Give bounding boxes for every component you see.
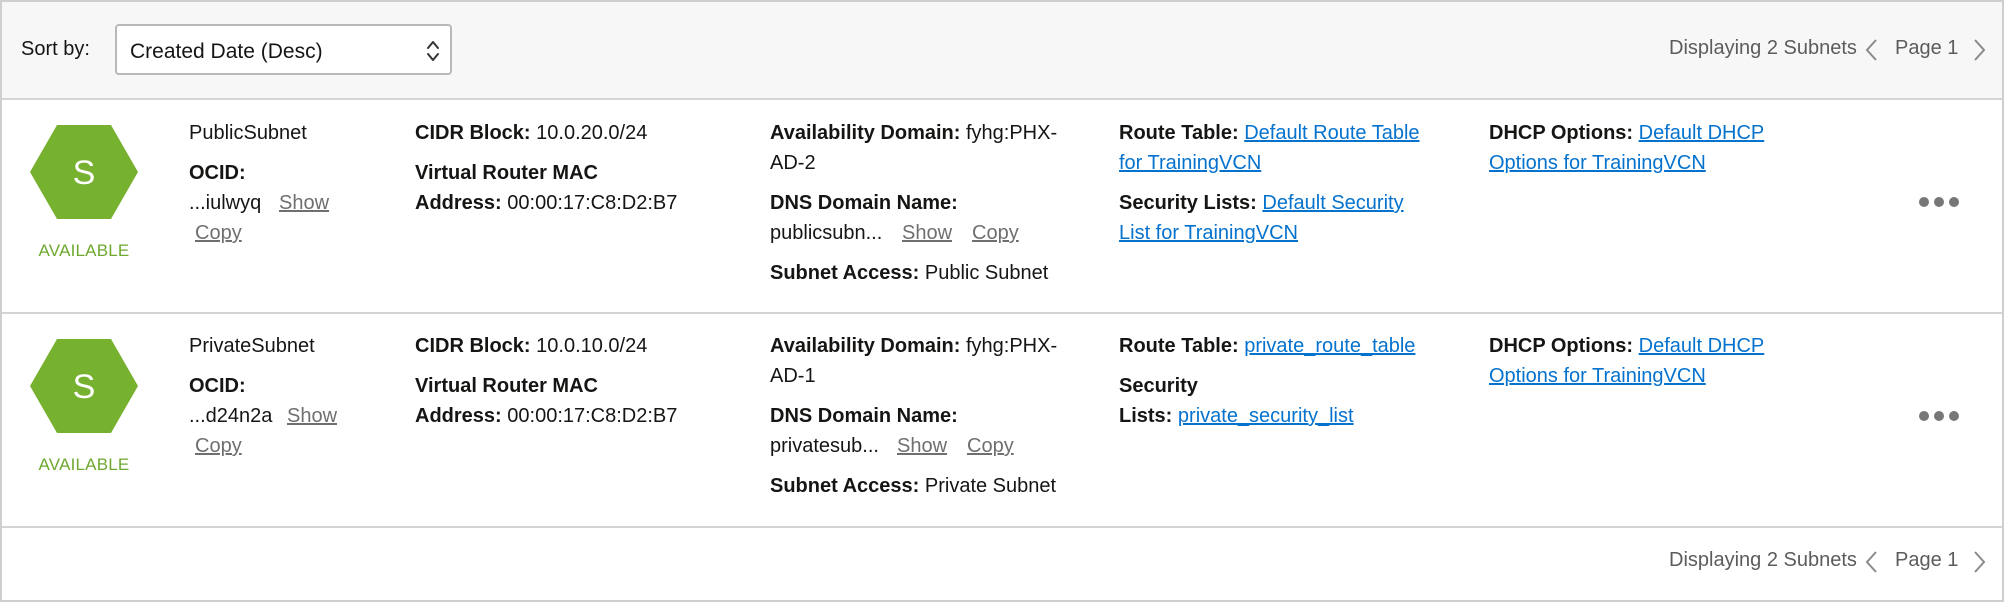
cidr-label: CIDR Block:: [415, 335, 531, 357]
cidr-value: 10.0.20.0/24: [536, 122, 648, 144]
sort-label: Sort by:: [21, 38, 90, 60]
pager-page: Page 1: [1895, 37, 1959, 59]
security-lists: Security Lists: Default Security: [1119, 188, 1404, 218]
dhcp-label: DHCP Options:: [1489, 335, 1634, 357]
subnet-initial: S: [73, 368, 96, 406]
route-table: Route Table: private_route_table: [1119, 331, 1415, 361]
ocid-label: OCID:: [189, 162, 246, 184]
ocid-show-link[interactable]: Show: [287, 401, 337, 431]
dns-value: privatesub...: [770, 435, 879, 457]
access-value: Public Subnet: [924, 262, 1049, 284]
ad-label: Availability Domain:: [770, 122, 961, 144]
dhcp-link[interactable]: Default DHCP: [1639, 335, 1765, 357]
dhcp-label: DHCP Options:: [1489, 122, 1634, 144]
more-actions-icon[interactable]: [1918, 196, 1960, 208]
dhcp-options: DHCP Options: Default DHCP: [1489, 331, 1764, 361]
vr-mac-address: Address: 00:00:17:C8:D2:B7: [415, 401, 677, 431]
subnet-name[interactable]: PrivateSubnet: [189, 331, 315, 361]
pager-bottom: Displaying 2 Subnets Page 1: [1669, 547, 1999, 577]
availability-domain: Availability Domain: fyhg:PHX-: [770, 331, 1057, 361]
vr-mac-label: Virtual Router MAC: [415, 162, 598, 184]
security-list-link[interactable]: Default Security: [1262, 192, 1403, 214]
sort-caret-icon: [427, 41, 439, 61]
access-value: Private Subnet: [924, 475, 1057, 497]
dns-value: publicsubn...: [770, 222, 883, 244]
dns-show-link[interactable]: Show: [897, 431, 947, 461]
chevron-right-icon[interactable]: [1971, 37, 1987, 63]
vr-mac-label-2: Address:: [415, 192, 502, 214]
ad-value: fyhg:PHX-: [965, 335, 1058, 357]
chevron-left-icon[interactable]: [1864, 549, 1880, 575]
dns-show-link[interactable]: Show: [902, 218, 952, 248]
route-table-link-cont[interactable]: for TrainingVCN: [1119, 148, 1261, 178]
pager-page: Page 1: [1895, 549, 1959, 571]
subnet-name[interactable]: PublicSubnet: [189, 118, 307, 148]
subnets-panel: Sort by: Created Date (Desc) Displaying …: [0, 0, 2004, 602]
cidr-block: CIDR Block: 10.0.10.0/24: [415, 331, 647, 361]
cidr-block: CIDR Block: 10.0.20.0/24: [415, 118, 647, 148]
sort-select[interactable]: Created Date (Desc): [115, 24, 452, 75]
vr-mac-label-2: Address:: [415, 405, 502, 427]
more-actions-icon[interactable]: [1918, 410, 1960, 422]
dhcp-link[interactable]: Default DHCP: [1639, 122, 1765, 144]
seclist-label-2: Lists:: [1119, 405, 1173, 427]
ocid-label: OCID:: [189, 375, 246, 397]
security-list-link[interactable]: private_security_list: [1178, 405, 1354, 427]
sort-select-value: Created Date (Desc): [130, 40, 323, 63]
ocid-copy-link[interactable]: Copy: [195, 218, 242, 248]
ad-value-cont: AD-1: [770, 365, 816, 387]
ocid-value: ...d24n2a: [189, 405, 273, 427]
state-badge: AVAILABLE: [38, 455, 130, 474]
subnet-access: Subnet Access: Public Subnet: [770, 258, 1048, 288]
chevron-right-icon[interactable]: [1971, 549, 1987, 575]
subnet-hexagon-icon: S: [30, 339, 138, 433]
subnet-hexagon-icon: S: [30, 125, 138, 219]
ocid-show-link[interactable]: Show: [279, 188, 329, 218]
cidr-label: CIDR Block:: [415, 122, 531, 144]
dns-copy-link[interactable]: Copy: [972, 218, 1019, 248]
route-table: Route Table: Default Route Table: [1119, 118, 1420, 148]
subnet-initial: S: [73, 154, 96, 192]
list-toolbar: Sort by: Created Date (Desc) Displaying …: [2, 2, 2002, 100]
cidr-value: 10.0.10.0/24: [536, 335, 648, 357]
subnet-access: Subnet Access: Private Subnet: [770, 471, 1056, 501]
vr-mac-label: Virtual Router MAC: [415, 375, 598, 397]
pager-top: Displaying 2 Subnets Page 1: [1669, 35, 1999, 65]
pager-count: Displaying 2 Subnets: [1669, 549, 1857, 571]
seclist-label: Security Lists:: [1119, 192, 1257, 214]
dns-label: DNS Domain Name:: [770, 405, 958, 427]
dns-label: DNS Domain Name:: [770, 192, 958, 214]
chevron-left-icon[interactable]: [1864, 37, 1880, 63]
route-label: Route Table:: [1119, 335, 1239, 357]
ad-label: Availability Domain:: [770, 335, 961, 357]
ocid-value: ...iulwyq: [189, 192, 262, 214]
dns-copy-link[interactable]: Copy: [967, 431, 1014, 461]
vr-mac-value: 00:00:17:C8:D2:B7: [507, 192, 678, 214]
ad-value: fyhg:PHX-: [965, 122, 1058, 144]
ad-value-cont: AD-2: [770, 152, 816, 174]
route-table-link[interactable]: private_route_table: [1244, 335, 1415, 357]
vr-mac-value: 00:00:17:C8:D2:B7: [507, 405, 678, 427]
state-badge: AVAILABLE: [38, 241, 130, 260]
availability-domain: Availability Domain: fyhg:PHX-: [770, 118, 1057, 148]
vr-mac-address: Address: 00:00:17:C8:D2:B7: [415, 188, 677, 218]
dhcp-options: DHCP Options: Default DHCP: [1489, 118, 1764, 148]
pager-count: Displaying 2 Subnets: [1669, 37, 1857, 59]
security-list-link-cont[interactable]: List for TrainingVCN: [1119, 218, 1298, 248]
dhcp-link-cont[interactable]: Options for TrainingVCN: [1489, 361, 1706, 391]
dhcp-link-cont[interactable]: Options for TrainingVCN: [1489, 148, 1706, 178]
table-row: S AVAILABLE PublicSubnet OCID: ...iulwyq…: [2, 100, 2002, 314]
route-label: Route Table:: [1119, 122, 1239, 144]
seclist-label: Security: [1119, 375, 1198, 397]
security-lists: Lists: private_security_list: [1119, 401, 1354, 431]
access-label: Subnet Access:: [770, 262, 920, 284]
table-row: S AVAILABLE PrivateSubnet OCID: ...d24n2…: [2, 314, 2002, 528]
access-label: Subnet Access:: [770, 475, 920, 497]
ocid-copy-link[interactable]: Copy: [195, 431, 242, 461]
route-table-link[interactable]: Default Route Table: [1244, 122, 1419, 144]
